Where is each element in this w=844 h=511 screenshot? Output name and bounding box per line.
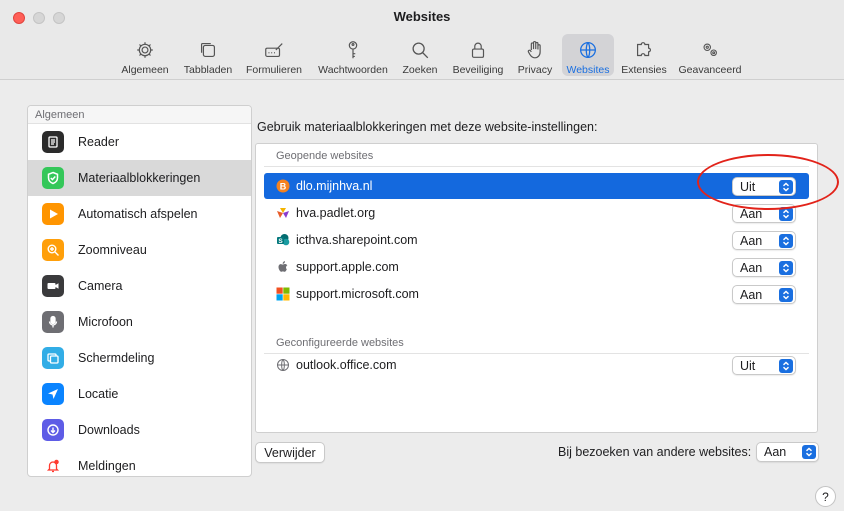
screen-share-icon (42, 347, 64, 369)
sidebar-item-schermdeling[interactable]: Schermdeling (28, 340, 251, 376)
other-websites-label: Bij bezoeken van andere websites: (558, 445, 752, 459)
globe-favicon (276, 358, 290, 372)
chevron-updown-icon (779, 179, 793, 194)
preferences-toolbar: Algemeen Tabbladen Formulieren Wachtwoor… (0, 30, 844, 78)
website-row-outlook-office-com[interactable]: outlook.office.com Uit (264, 352, 809, 378)
site-setting-popup[interactable]: Uit (732, 356, 796, 375)
help-button[interactable]: ? (815, 486, 836, 507)
sidebar-item-locatie[interactable]: Locatie (28, 376, 251, 412)
play-icon (42, 203, 64, 225)
puzzle-icon (636, 42, 651, 57)
other-websites-popup[interactable]: Aan (756, 442, 819, 462)
zoom-icon (42, 239, 64, 261)
site-setting-popup[interactable]: Aan (732, 258, 796, 277)
sidebar-item-materiaalblokkeringen[interactable]: Materiaalblokkeringen (28, 160, 251, 196)
toolbar-tab-tabbladen[interactable]: Tabbladen (180, 34, 236, 76)
svg-text:B: B (280, 181, 287, 191)
download-icon (42, 419, 64, 441)
chevron-updown-icon (779, 233, 793, 248)
sharepoint-favicon: S (276, 233, 290, 247)
toolbar-tab-algemeen[interactable]: Algemeen (116, 34, 174, 76)
microsoft-favicon (276, 287, 290, 301)
sidebar-header: Algemeen (28, 106, 251, 124)
lock-icon (471, 42, 485, 58)
chevron-updown-icon (802, 445, 816, 459)
website-row-support-microsoft-com[interactable]: support.microsoft.com Aan (264, 281, 809, 307)
site-setting-popup[interactable]: Aan (732, 204, 796, 223)
chevron-updown-icon (779, 358, 793, 373)
microphone-icon (42, 311, 64, 333)
site-setting-popup[interactable]: Uit (732, 177, 796, 196)
gears-icon (703, 43, 717, 57)
reader-icon (42, 131, 64, 153)
website-row-hva-padlet-org[interactable]: hva.padlet.org Aan (264, 200, 809, 226)
title-bar: Websites Algemeen Tabbladen Formulieren … (0, 0, 844, 80)
sidebar-item-automatisch-afspelen[interactable]: Automatisch afspelen (28, 196, 251, 232)
site-setting-popup[interactable]: Aan (732, 285, 796, 304)
site-setting-popup[interactable]: Aan (732, 231, 796, 250)
toolbar-tab-wachtwoorden[interactable]: Wachtwoorden (312, 34, 394, 76)
website-row-support-apple-com[interactable]: support.apple.com Aan (264, 254, 809, 280)
chevron-updown-icon (779, 260, 793, 275)
location-arrow-icon (42, 383, 64, 405)
websites-table: Geopende websites B dlo.mijnhva.nl Uit h… (255, 143, 818, 433)
remove-button[interactable]: Verwijder (255, 442, 325, 463)
key-icon (348, 41, 358, 59)
main-heading: Gebruik materiaalblokkeringen met deze w… (257, 120, 598, 134)
globe-icon (580, 42, 596, 58)
chevron-updown-icon (779, 206, 793, 221)
sidebar-item-reader[interactable]: Reader (28, 124, 251, 160)
camera-icon (42, 275, 64, 297)
sidebar-item-camera[interactable]: Camera (28, 268, 251, 304)
window-title: Websites (393, 9, 451, 24)
toolbar-tab-formulieren[interactable]: Formulieren (242, 34, 306, 76)
bell-icon (42, 455, 64, 476)
orange-b-favicon: B (276, 179, 290, 193)
tabs-icon (200, 42, 216, 58)
configured-websites-label: Geconfigureerde websites (276, 337, 404, 349)
website-row-dlo-mijnhva-nl[interactable]: B dlo.mijnhva.nl Uit (264, 173, 809, 199)
sidebar-item-microfoon[interactable]: Microfoon (28, 304, 251, 340)
toolbar-tab-privacy[interactable]: Privacy (512, 34, 558, 76)
website-row-icthva-sharepoint-com[interactable]: S icthva.sharepoint.com Aan (264, 227, 809, 253)
sidebar-item-zoomniveau[interactable]: Zoomniveau (28, 232, 251, 268)
toolbar-tab-beveiliging[interactable]: Beveiliging (447, 34, 509, 76)
toolbar-tab-geavanceerd[interactable]: Geavanceerd (675, 34, 745, 76)
svg-text:S: S (278, 238, 283, 245)
padlet-favicon (276, 206, 290, 220)
open-websites-label: Geopende websites (276, 150, 374, 162)
shield-check-icon (42, 167, 64, 189)
search-icon (412, 42, 429, 59)
hand-icon (527, 40, 541, 59)
sidebar-item-downloads[interactable]: Downloads (28, 412, 251, 448)
sidebar-item-meldingen[interactable]: Meldingen (28, 448, 251, 476)
toolbar-tab-extensies[interactable]: Extensies (617, 34, 671, 76)
toolbar-tab-websites[interactable]: Websites (562, 34, 614, 76)
gear-icon (137, 42, 153, 58)
sidebar: Algemeen Reader Materiaalblokkeringen Au… (27, 105, 252, 477)
section-divider (264, 166, 809, 167)
toolbar-tab-zoeken[interactable]: Zoeken (397, 34, 443, 76)
form-pencil-icon (265, 43, 283, 58)
apple-favicon (276, 260, 290, 274)
chevron-updown-icon (779, 287, 793, 302)
